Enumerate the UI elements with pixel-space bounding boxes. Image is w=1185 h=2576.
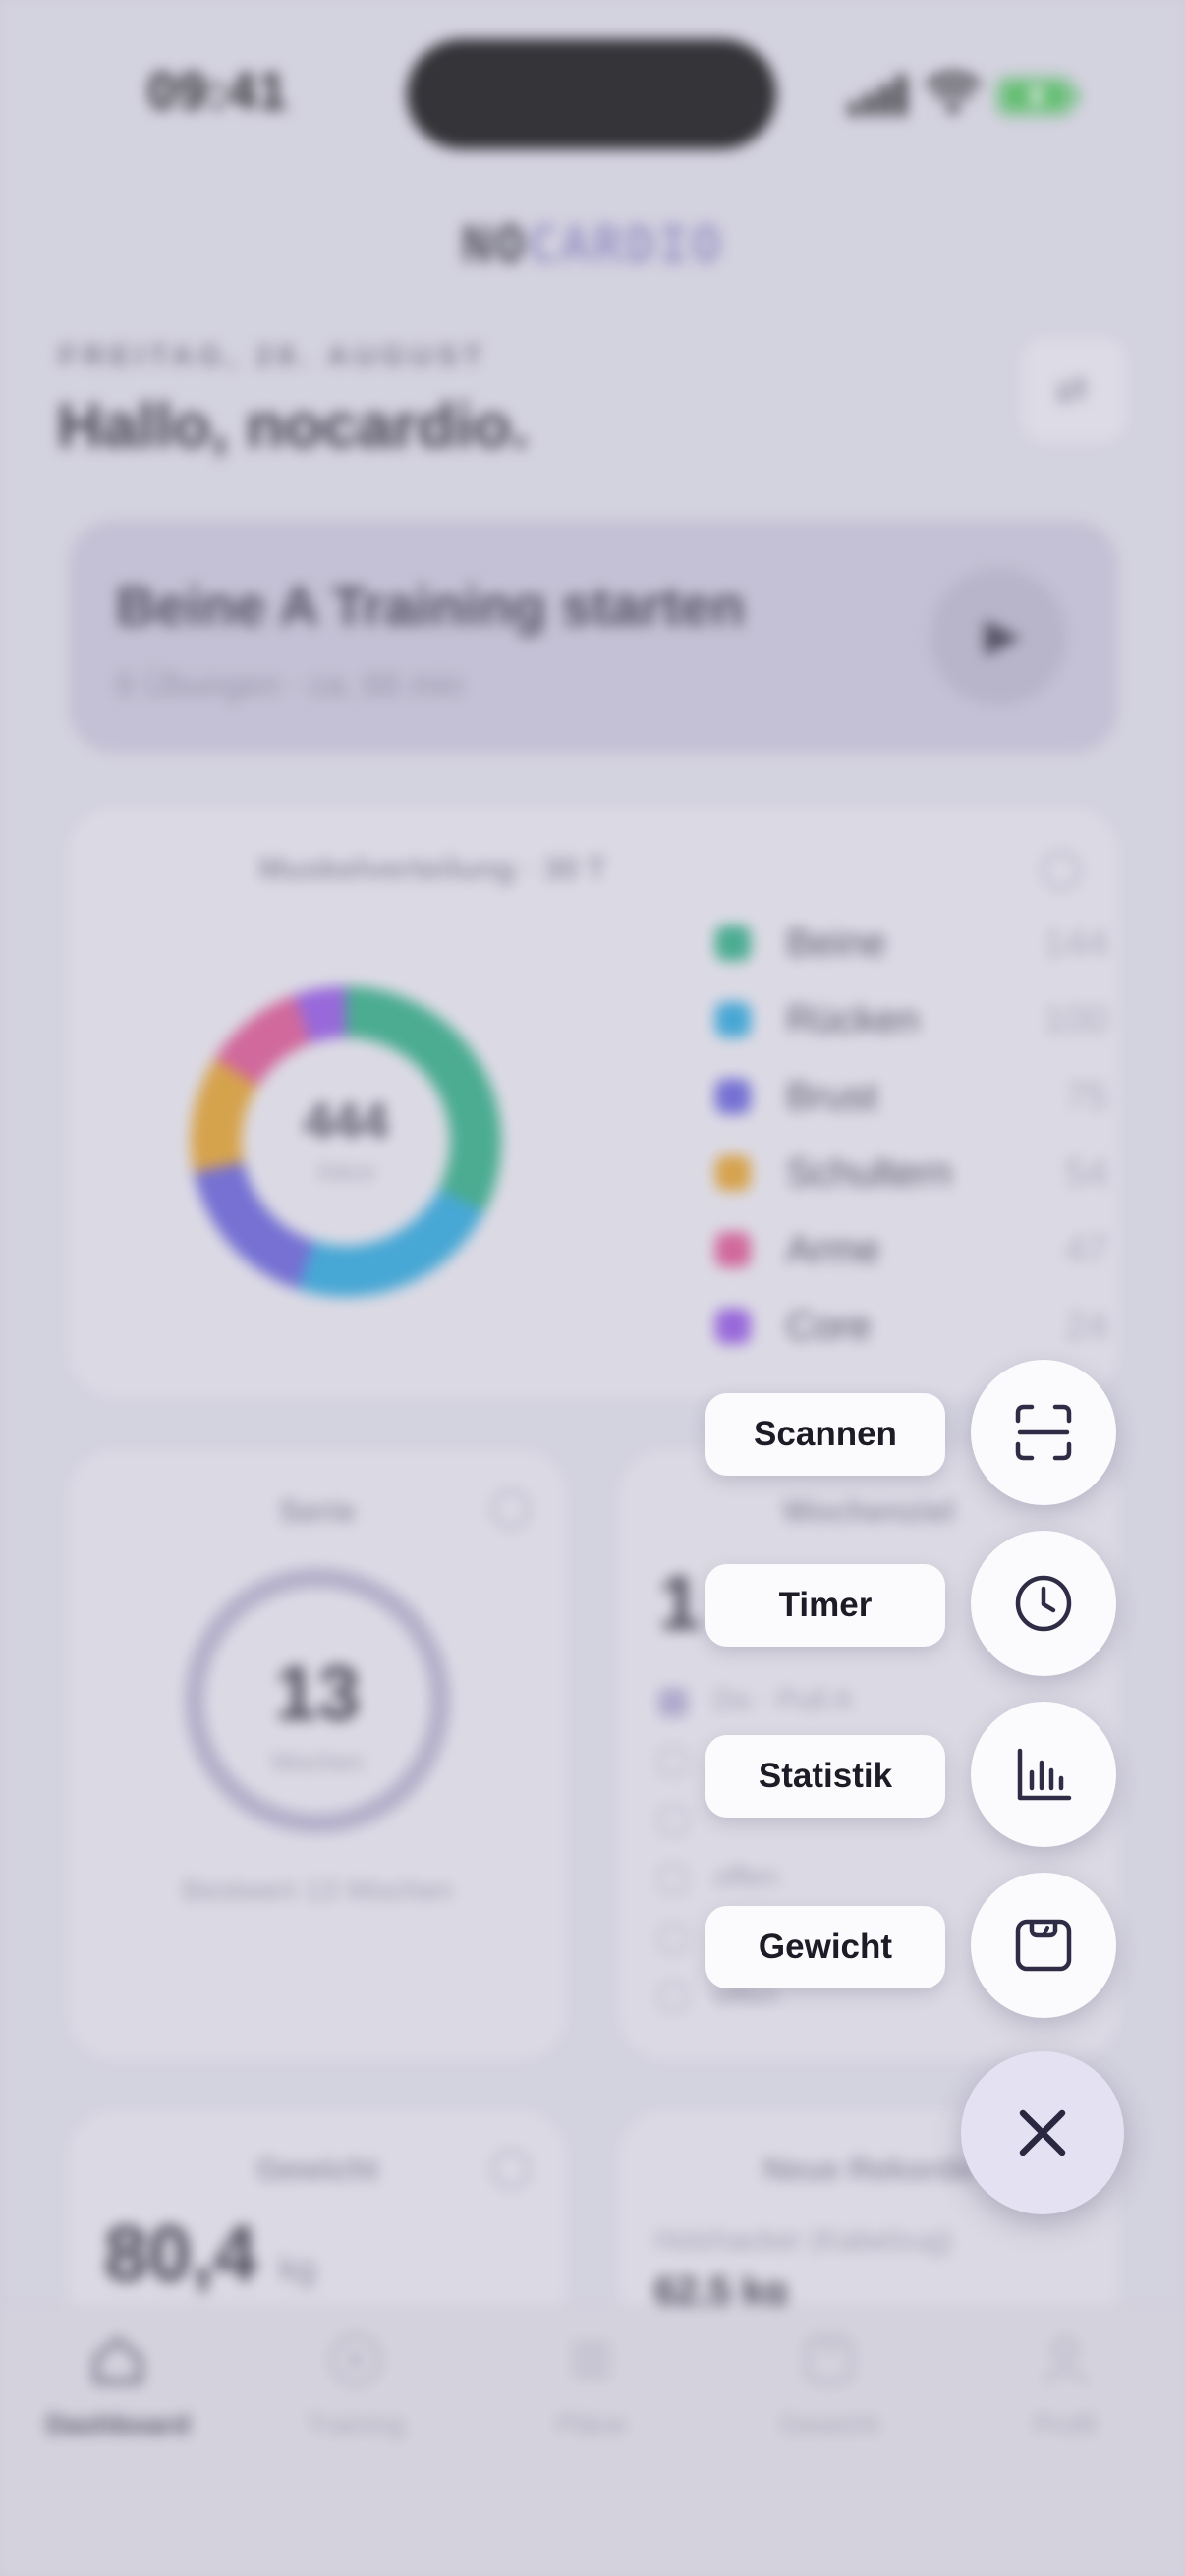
timer-action-button[interactable] bbox=[971, 1531, 1116, 1676]
statistics-action-label[interactable]: Statistik bbox=[705, 1735, 945, 1818]
bar-chart-icon bbox=[1017, 1748, 1072, 1801]
scan-action-label[interactable]: Scannen bbox=[705, 1393, 945, 1476]
clock-icon bbox=[1015, 1575, 1072, 1632]
scan-icon bbox=[1015, 1404, 1072, 1461]
statistics-action-button[interactable] bbox=[971, 1702, 1116, 1847]
timer-action-label[interactable]: Timer bbox=[705, 1564, 945, 1647]
weight-action-label[interactable]: Gewicht bbox=[705, 1906, 945, 1988]
close-menu-button[interactable] bbox=[961, 2051, 1124, 2214]
scan-action-button[interactable] bbox=[971, 1360, 1116, 1505]
weight-action-button[interactable] bbox=[971, 1873, 1116, 2018]
scale-icon bbox=[1015, 1919, 1072, 1972]
close-icon bbox=[1019, 2109, 1066, 2156]
